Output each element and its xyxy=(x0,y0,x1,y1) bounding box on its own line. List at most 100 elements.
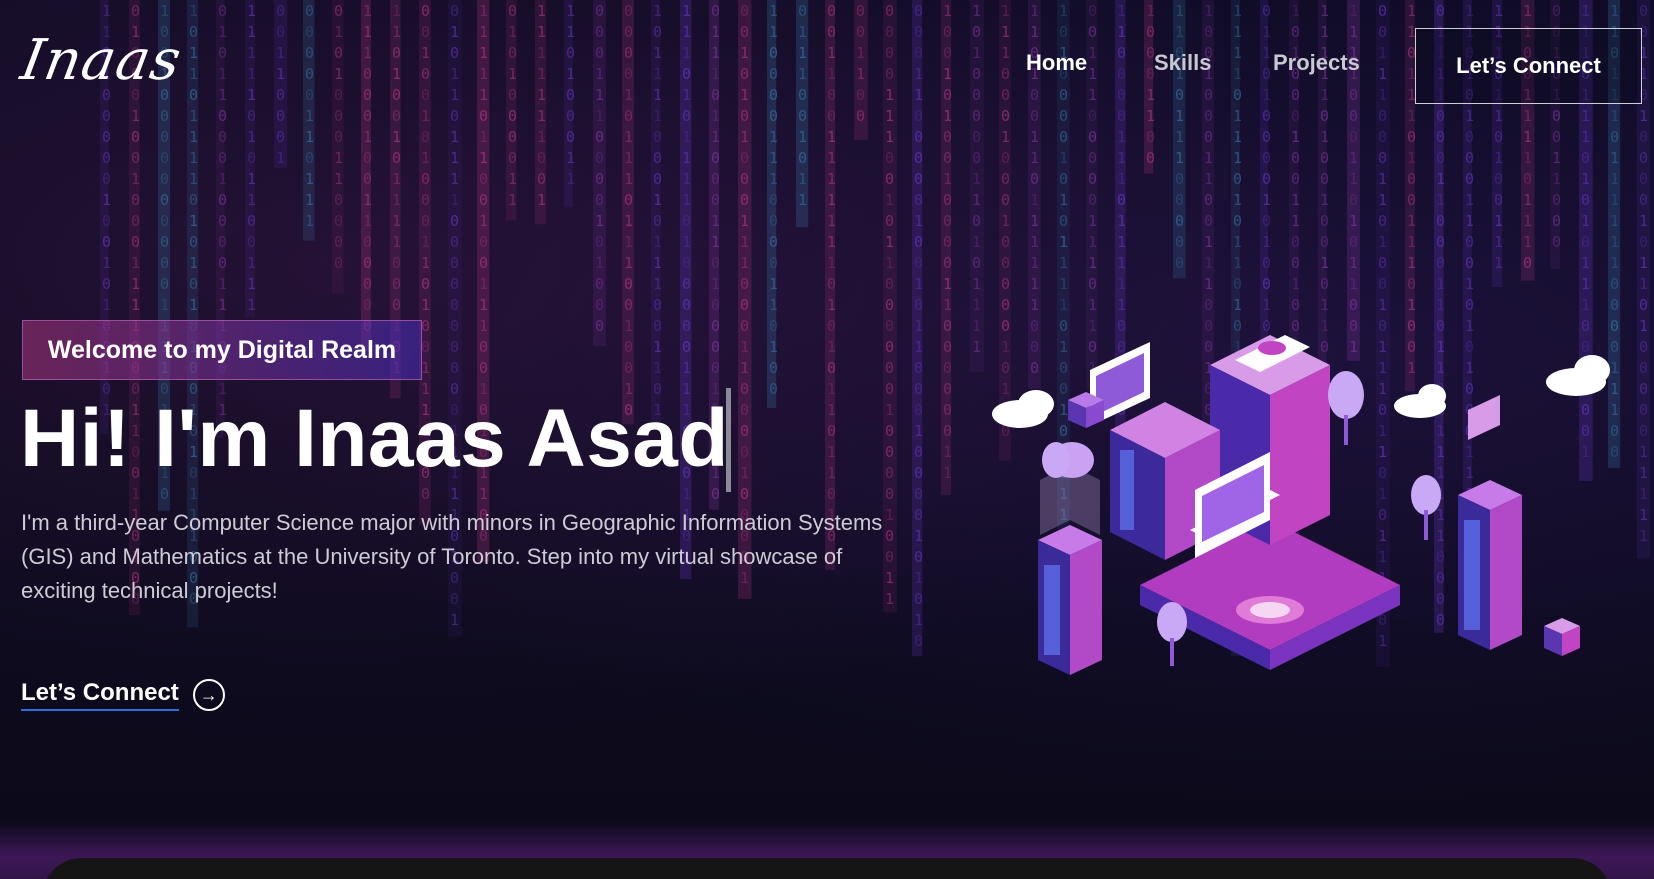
svg-text:1: 1 xyxy=(1349,254,1358,272)
svg-text:1: 1 xyxy=(537,44,546,62)
svg-text:0: 0 xyxy=(1610,128,1619,146)
svg-text:1: 1 xyxy=(1204,233,1213,251)
svg-text:0: 0 xyxy=(1436,212,1445,230)
svg-text:0: 0 xyxy=(1407,170,1416,188)
svg-text:1: 1 xyxy=(740,464,749,482)
svg-text:1: 1 xyxy=(1117,212,1126,230)
svg-text:1: 1 xyxy=(595,212,604,230)
svg-text:1: 1 xyxy=(827,254,836,272)
svg-text:1: 1 xyxy=(682,86,691,104)
svg-text:0: 0 xyxy=(1030,107,1039,125)
svg-text:1: 1 xyxy=(363,23,372,41)
isometric-city-illustration xyxy=(992,335,1610,675)
svg-text:0: 0 xyxy=(305,23,314,41)
svg-text:0: 0 xyxy=(1639,380,1648,398)
svg-text:1: 1 xyxy=(421,359,430,377)
svg-text:1: 1 xyxy=(421,296,430,314)
nav-home[interactable]: Home xyxy=(1026,50,1087,76)
svg-text:0: 0 xyxy=(334,86,343,104)
site-logo[interactable]: Inaas xyxy=(16,28,186,93)
svg-text:0: 0 xyxy=(1639,233,1648,251)
svg-text:0: 0 xyxy=(914,632,923,650)
svg-text:0: 0 xyxy=(798,86,807,104)
svg-text:0: 0 xyxy=(1117,107,1126,125)
svg-text:0: 0 xyxy=(914,380,923,398)
svg-text:1: 1 xyxy=(1233,128,1242,146)
svg-text:1: 1 xyxy=(1117,254,1126,272)
svg-text:1: 1 xyxy=(334,170,343,188)
svg-text:1: 1 xyxy=(334,23,343,41)
svg-text:1: 1 xyxy=(624,86,633,104)
svg-text:0: 0 xyxy=(1088,191,1097,209)
svg-text:0: 0 xyxy=(1146,128,1155,146)
svg-text:1: 1 xyxy=(1610,149,1619,167)
svg-text:0: 0 xyxy=(1378,149,1387,167)
svg-text:0: 0 xyxy=(943,401,952,419)
svg-text:0: 0 xyxy=(392,275,401,293)
svg-text:1: 1 xyxy=(1465,2,1474,20)
svg-text:0: 0 xyxy=(450,2,459,20)
svg-text:1: 1 xyxy=(943,464,952,482)
svg-text:0: 0 xyxy=(914,128,923,146)
nav-skills[interactable]: Skills xyxy=(1154,50,1211,76)
svg-text:0: 0 xyxy=(1465,128,1474,146)
svg-text:1: 1 xyxy=(1204,275,1213,293)
svg-text:1: 1 xyxy=(1378,65,1387,83)
svg-text:0: 0 xyxy=(160,128,169,146)
svg-text:1: 1 xyxy=(1117,233,1126,251)
svg-text:1: 1 xyxy=(1175,2,1184,20)
svg-text:0: 0 xyxy=(1639,422,1648,440)
svg-text:0: 0 xyxy=(972,212,981,230)
svg-text:0: 0 xyxy=(885,65,894,83)
svg-text:1: 1 xyxy=(1581,107,1590,125)
hero-connect-link[interactable]: Let’s Connect → xyxy=(21,679,225,711)
svg-text:0: 0 xyxy=(508,107,517,125)
svg-text:1: 1 xyxy=(450,611,459,629)
svg-text:0: 0 xyxy=(392,107,401,125)
svg-text:0: 0 xyxy=(1175,233,1184,251)
svg-text:1: 1 xyxy=(972,233,981,251)
svg-text:0: 0 xyxy=(914,170,923,188)
svg-text:1: 1 xyxy=(247,254,256,272)
next-section-card xyxy=(42,858,1612,879)
svg-text:1: 1 xyxy=(1233,233,1242,251)
hero-bio: I'm a third-year Computer Science major … xyxy=(21,510,883,603)
svg-text:0: 0 xyxy=(711,2,720,20)
svg-text:0: 0 xyxy=(885,44,894,62)
svg-text:0: 0 xyxy=(595,23,604,41)
hero-connect-label[interactable]: Let’s Connect xyxy=(21,679,179,711)
svg-text:0: 0 xyxy=(1204,86,1213,104)
nav-projects[interactable]: Projects xyxy=(1273,50,1360,76)
svg-text:1: 1 xyxy=(1320,86,1329,104)
svg-text:0: 0 xyxy=(943,191,952,209)
svg-text:0: 0 xyxy=(1262,275,1271,293)
svg-text:1: 1 xyxy=(885,233,894,251)
svg-text:1: 1 xyxy=(1059,2,1068,20)
svg-text:1: 1 xyxy=(1639,527,1648,545)
svg-text:0: 0 xyxy=(943,254,952,272)
svg-text:0: 0 xyxy=(972,254,981,272)
svg-text:0: 0 xyxy=(653,149,662,167)
svg-text:0: 0 xyxy=(450,254,459,272)
svg-text:0: 0 xyxy=(1204,191,1213,209)
nav-connect-button[interactable]: Let’s Connect xyxy=(1415,28,1642,104)
svg-text:1: 1 xyxy=(972,275,981,293)
svg-text:0: 0 xyxy=(1059,128,1068,146)
svg-text:1: 1 xyxy=(653,338,662,356)
svg-text:0: 0 xyxy=(856,107,865,125)
arrow-circle-right-icon[interactable]: → xyxy=(192,679,225,711)
svg-text:1: 1 xyxy=(508,65,517,83)
svg-text:0: 0 xyxy=(885,23,894,41)
svg-text:0: 0 xyxy=(218,254,227,272)
svg-text:1: 1 xyxy=(218,65,227,83)
svg-text:1: 1 xyxy=(827,233,836,251)
svg-text:0: 0 xyxy=(914,44,923,62)
svg-text:0: 0 xyxy=(914,2,923,20)
svg-text:1: 1 xyxy=(102,296,111,314)
svg-text:0: 0 xyxy=(450,317,459,335)
svg-text:1: 1 xyxy=(218,23,227,41)
svg-text:1: 1 xyxy=(1262,233,1271,251)
svg-text:1: 1 xyxy=(827,191,836,209)
svg-text:0: 0 xyxy=(914,590,923,608)
svg-text:1: 1 xyxy=(160,2,169,20)
